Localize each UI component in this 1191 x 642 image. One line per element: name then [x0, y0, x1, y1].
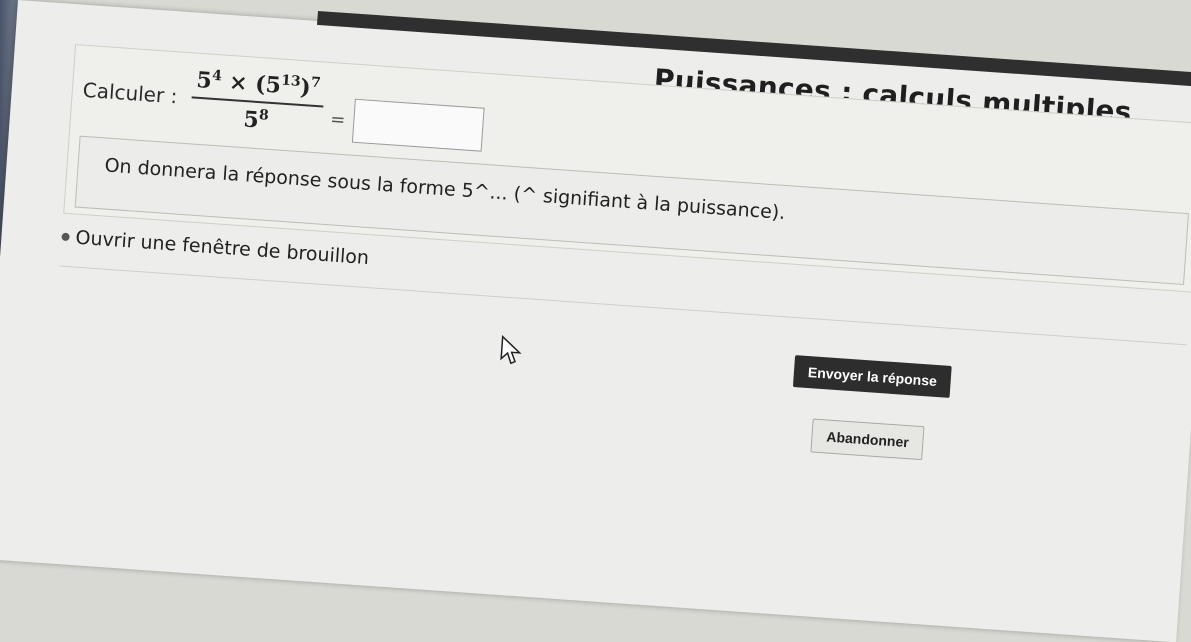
cancel-button[interactable]: Abandonner	[810, 418, 925, 461]
exponent-1: 4	[211, 67, 223, 85]
draft-link-label: Ouvrir une fenêtre de brouillon	[74, 226, 370, 270]
denominator-exponent: 8	[258, 107, 270, 124]
paren-inner-exponent: 13	[280, 72, 302, 90]
paren-base: 5	[264, 71, 282, 99]
instruction-text: On donnera la réponse sous la forme 5^..…	[103, 154, 786, 225]
draft-window-link[interactable]: Ouvrir une fenêtre de brouillon	[61, 226, 370, 269]
answer-input[interactable]	[351, 98, 485, 152]
bullet-icon	[61, 232, 70, 242]
equals-sign: =	[329, 108, 347, 131]
power-fraction: 54 × (513)7 58	[189, 66, 325, 138]
instruction-box: On donnera la réponse sous la forme 5^..…	[74, 135, 1189, 286]
paren-outer-exponent: 7	[310, 74, 322, 91]
denominator-base: 5	[242, 106, 260, 134]
fraction-denominator: 58	[243, 102, 270, 134]
cursor-icon	[500, 334, 522, 365]
send-answer-button[interactable]: Envoyer la réponse	[792, 355, 952, 398]
calculation-row: Calculer : 54 × (513)7 58 =	[81, 56, 487, 152]
times-sign: ×	[228, 68, 249, 97]
screen: Puissances : calculs multiples Calculer …	[0, 0, 1191, 642]
calculate-label: Calculer :	[82, 77, 179, 109]
base-1: 5	[195, 66, 213, 94]
